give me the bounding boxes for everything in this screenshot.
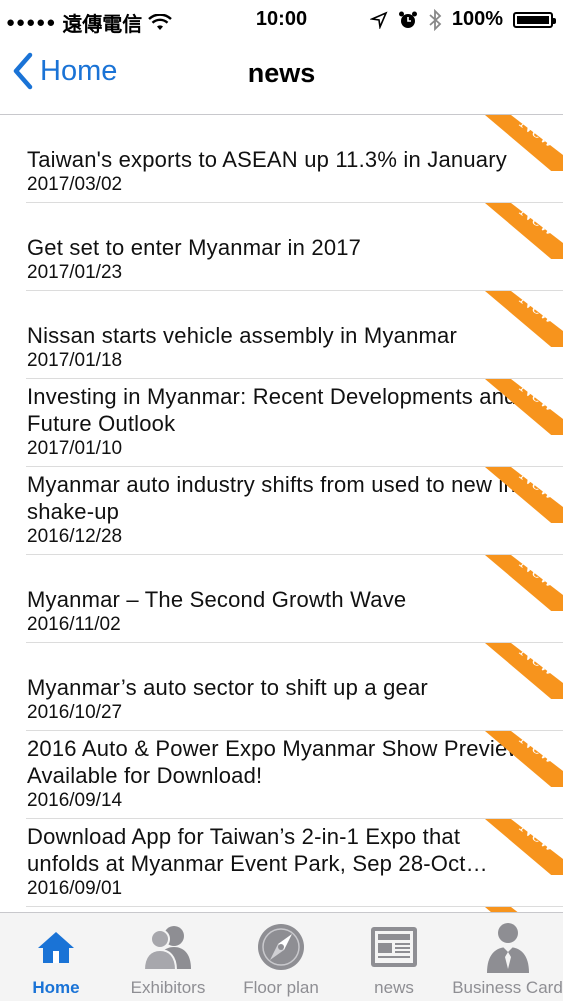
news-list-item[interactable]: Myanmar auto industry shifts from used t… — [0, 467, 563, 555]
navigation-bar: Home news — [0, 38, 563, 115]
tab-floor-plan[interactable]: Floor plan — [232, 913, 330, 1001]
news-item-title: Investing in Myanmar: Recent Development… — [27, 384, 517, 436]
tab-exhibitors[interactable]: Exhibitors — [118, 913, 218, 1001]
news-item-title: Myanmar’s auto sector to shift up a gear — [27, 675, 428, 700]
news-item-date: 2016/11/02 — [27, 614, 121, 635]
bluetooth-icon — [429, 8, 442, 31]
news-list-item[interactable]: Investing in Myanmar: Recent Development… — [0, 379, 563, 467]
status-bar: ●●●●● 遠傳電信 10:00 100% — [0, 0, 563, 38]
people-icon — [142, 926, 191, 971]
tab-business-card[interactable]: Business Card — [452, 913, 563, 1001]
tab-exhibitors-label: Exhibitors — [130, 978, 206, 997]
news-item-title: Nissan starts vehicle assembly in Myanma… — [27, 323, 458, 348]
news-item-date: 2016/09/14 — [27, 790, 123, 811]
businessman-icon — [486, 923, 529, 973]
news-item-date: 2016/12/28 — [27, 526, 123, 547]
news-item-date: 2016/10/27 — [27, 702, 123, 723]
news-item-title: Get set to enter Myanmar in 2017 — [27, 235, 362, 260]
newspaper-icon — [371, 927, 417, 967]
news-item-date: 2016/09/01 — [27, 878, 123, 899]
home-icon — [38, 932, 74, 963]
compass-icon — [258, 924, 304, 970]
news-item-date: 2017/03/02 — [27, 174, 123, 195]
tab-home-label: Home — [32, 978, 80, 997]
alarm-icon — [398, 11, 417, 28]
news-list-item[interactable]: 2016 Auto & Power Expo Myanmar Show Prev… — [0, 731, 563, 819]
battery-percentage: 100% — [451, 8, 503, 30]
news-list-item[interactable]: Myanmar – The Second Growth Wave 2016/11/… — [0, 555, 563, 643]
tab-news-label: news — [374, 978, 414, 997]
news-item-date: 2017/01/23 — [27, 262, 123, 283]
news-item-date: 2017/01/10 — [27, 438, 123, 459]
tab-business-card-label: Business Card — [452, 978, 563, 997]
battery-icon — [513, 11, 556, 28]
news-list-item[interactable]: Myanmar’s auto sector to shift up a gear… — [0, 643, 563, 731]
news-item-date: 2017/01/18 — [27, 350, 123, 371]
news-item-title: Myanmar – The Second Growth Wave — [27, 587, 407, 612]
news-list[interactable]: Taiwan's exports to ASEAN up 11.3% in Ja… — [0, 115, 563, 912]
news-item-title: Taiwan's exports to ASEAN up 11.3% in Ja… — [27, 147, 507, 172]
tab-floor-plan-label: Floor plan — [243, 978, 319, 997]
news-list-item[interactable]: Get set to enter Myanmar in 2017 2017/01/… — [0, 203, 563, 291]
tab-news[interactable]: news — [346, 913, 442, 1001]
location-arrow-icon — [369, 10, 388, 29]
news-list-item[interactable]: Taiwan's exports to ASEAN up 11.3% in Ja… — [0, 115, 563, 203]
news-item-title: 2016 Auto & Power Expo Myanmar Show Prev… — [27, 736, 524, 788]
news-list-item[interactable]: Download App for Taiwan’s 2-in-1 Expo th… — [0, 819, 563, 907]
news-item-title: Myanmar auto industry shifts from used t… — [27, 472, 516, 524]
tab-home[interactable]: Home — [8, 913, 104, 1001]
news-list-item[interactable]: Nissan starts vehicle assembly in Myanma… — [0, 291, 563, 379]
page-title: news — [247, 58, 316, 88]
news-item-title: Download App for Taiwan’s 2-in-1 Expo th… — [27, 824, 488, 876]
tab-bar: Home Exhibitors Floor plan news Business… — [0, 912, 563, 1001]
